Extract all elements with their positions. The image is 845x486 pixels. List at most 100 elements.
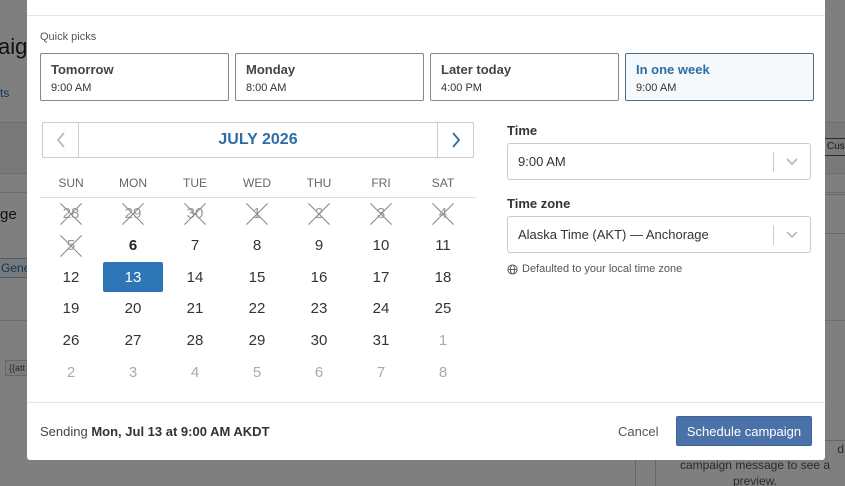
timezone-hint-text: Defaulted to your local time zone <box>522 263 683 275</box>
calendar-day-number: 28 <box>186 332 204 350</box>
calendar-day[interactable]: 15 <box>226 261 288 293</box>
calendar-day-number: 30 <box>186 205 204 223</box>
calendar-day-outside[interactable]: 8 <box>412 356 474 388</box>
calendar-day-past: 4 <box>412 198 474 230</box>
chevron-down-icon <box>774 230 810 240</box>
calendar-day[interactable]: 25 <box>412 293 474 325</box>
calendar-day[interactable]: 29 <box>226 325 288 357</box>
quick-pick-time: 8:00 AM <box>246 82 287 94</box>
calendar-day-outside[interactable]: 5 <box>226 356 288 388</box>
calendar-day-number: 20 <box>124 300 142 318</box>
calendar-day-outside[interactable]: 6 <box>288 356 350 388</box>
calendar-day[interactable]: 30 <box>288 325 350 357</box>
weekday-label: FRI <box>371 176 391 190</box>
calendar-day-number: 30 <box>310 332 328 350</box>
calendar-day-number: 7 <box>190 237 200 255</box>
calendar-day-number: 5 <box>66 237 76 255</box>
calendar-day-number: 1 <box>438 332 448 350</box>
calendar-day-selected[interactable]: 13 <box>102 261 164 293</box>
calendar-day-number: 28 <box>62 205 80 223</box>
quick-picks: Tomorrow 9:00 AM Monday 8:00 AM Later to… <box>40 53 814 101</box>
calendar-day-outside[interactable]: 4 <box>164 356 226 388</box>
calendar-day[interactable]: 23 <box>288 293 350 325</box>
calendar-day-number: 15 <box>248 268 266 286</box>
weekday-header: SUN MON TUE WED THU FRI SAT <box>40 176 476 198</box>
calendar-day-number: 27 <box>124 332 142 350</box>
quick-pick-title: Later today <box>441 62 512 77</box>
calendar-day-number: 10 <box>372 237 390 255</box>
calendar-day-number: 4 <box>190 363 200 381</box>
calendar-day[interactable]: 11 <box>412 230 474 262</box>
timezone-select[interactable]: Alaska Time (AKT) — Anchorage <box>507 216 811 253</box>
calendar-day-past: 5 <box>40 230 102 262</box>
header-divider <box>27 15 825 16</box>
chevron-down-icon <box>774 157 810 167</box>
calendar-day[interactable]: 8 <box>226 230 288 262</box>
calendar-day[interactable]: 10 <box>350 230 412 262</box>
globe-icon <box>507 263 518 275</box>
calendar-day-past: 2 <box>288 198 350 230</box>
calendar-day-past: 3 <box>350 198 412 230</box>
time-label: Time <box>507 123 538 138</box>
calendar-day-number: 17 <box>372 268 390 286</box>
calendar-day-past: 28 <box>40 198 102 230</box>
calendar-day[interactable]: 19 <box>40 293 102 325</box>
calendar-day-number: 12 <box>62 268 80 286</box>
next-month-button[interactable] <box>437 123 473 157</box>
chevron-right-icon <box>451 132 460 148</box>
calendar-day-outside[interactable]: 3 <box>102 356 164 388</box>
calendar-day[interactable]: 9 <box>288 230 350 262</box>
calendar-day[interactable]: 24 <box>350 293 412 325</box>
schedule-campaign-button[interactable]: Schedule campaign <box>676 416 812 446</box>
cancel-button[interactable]: Cancel <box>618 424 658 439</box>
calendar-day[interactable]: 21 <box>164 293 226 325</box>
sending-prefix: Sending <box>40 424 88 439</box>
calendar-day-outside[interactable]: 1 <box>412 325 474 357</box>
calendar: JULY 2026 SUN MON TUE WED THU FRI SAT 28 29 30 1 2… <box>40 122 476 388</box>
calendar-day-number: 8 <box>438 363 448 381</box>
calendar-day-outside[interactable]: 7 <box>350 356 412 388</box>
calendar-nav: JULY 2026 <box>42 122 474 158</box>
calendar-day-past: 1 <box>226 198 288 230</box>
weekday-label: SUN <box>58 176 84 190</box>
calendar-day[interactable]: 31 <box>350 325 412 357</box>
calendar-day-number: 31 <box>372 332 390 350</box>
calendar-day[interactable]: 14 <box>164 261 226 293</box>
calendar-grid: 28 29 30 1 2 3 4 5 6 7 8 9 10 11 12 13 14 15 16 17 18 19 20 21 2… <box>40 198 476 388</box>
calendar-day-number: 26 <box>62 332 80 350</box>
calendar-day[interactable]: 7 <box>164 230 226 262</box>
quick-pick-in-one-week[interactable]: In one week 9:00 AM <box>625 53 814 101</box>
sending-summary: Sending Mon, Jul 13 at 9:00 AM AKDT <box>40 424 270 439</box>
sending-value: Mon, Jul 13 at 9:00 AM AKDT <box>91 424 270 439</box>
calendar-day[interactable]: 26 <box>40 325 102 357</box>
calendar-day[interactable]: 17 <box>350 261 412 293</box>
calendar-day[interactable]: 28 <box>164 325 226 357</box>
calendar-day-number: 9 <box>314 237 324 255</box>
quick-pick-monday[interactable]: Monday 8:00 AM <box>235 53 424 101</box>
calendar-day[interactable]: 18 <box>412 261 474 293</box>
calendar-day[interactable]: 12 <box>40 261 102 293</box>
calendar-day[interactable]: 22 <box>226 293 288 325</box>
calendar-day-number: 29 <box>124 205 142 223</box>
quick-pick-later-today[interactable]: Later today 4:00 PM <box>430 53 619 101</box>
calendar-day-number: 25 <box>434 300 452 318</box>
quick-pick-time: 9:00 AM <box>51 82 92 94</box>
calendar-day-today[interactable]: 6 <box>102 230 164 262</box>
calendar-day-number: 16 <box>310 268 328 286</box>
calendar-day-number: 4 <box>438 205 448 223</box>
time-select[interactable]: 9:00 AM <box>507 143 811 180</box>
calendar-day-outside[interactable]: 2 <box>40 356 102 388</box>
time-select-value: 9:00 AM <box>518 154 566 169</box>
calendar-day-number: 3 <box>128 363 138 381</box>
calendar-day-number: 7 <box>376 363 386 381</box>
calendar-day-number: 13 <box>124 268 142 286</box>
calendar-day[interactable]: 16 <box>288 261 350 293</box>
calendar-day[interactable]: 20 <box>102 293 164 325</box>
chevron-left-icon <box>56 132 65 148</box>
quick-pick-tomorrow[interactable]: Tomorrow 9:00 AM <box>40 53 229 101</box>
calendar-day-number: 6 <box>314 363 324 381</box>
weekday-label: MON <box>119 176 147 190</box>
prev-month-button[interactable] <box>43 123 79 157</box>
calendar-day-number: 14 <box>186 268 204 286</box>
calendar-day[interactable]: 27 <box>102 325 164 357</box>
